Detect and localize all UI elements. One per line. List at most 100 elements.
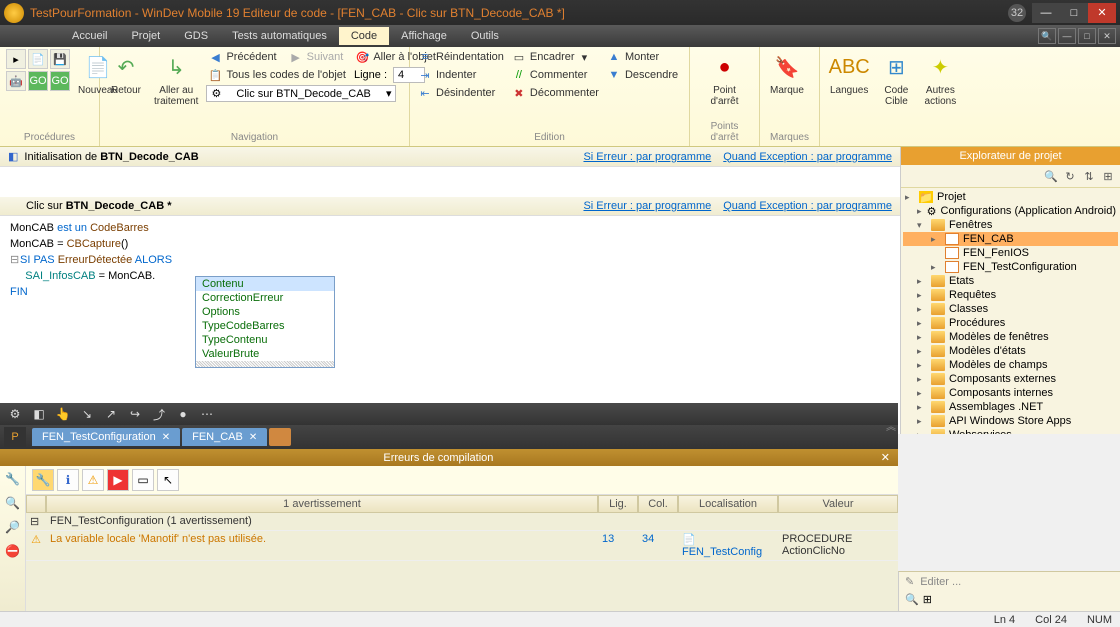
tree-projet[interactable]: ▸📁Projet — [903, 190, 1118, 204]
code-cible-button[interactable]: ⊞Code Cible — [876, 49, 916, 109]
tree-item[interactable]: ▸API Windows Store Apps — [903, 414, 1118, 428]
menu-outils[interactable]: Outils — [459, 27, 511, 45]
aller-traitement-button[interactable]: ↳ Aller au traitement — [150, 49, 202, 109]
tree-config[interactable]: ▸⚙Configurations (Application Android) — [903, 204, 1118, 218]
tree-item[interactable]: ▸Composants externes — [903, 372, 1118, 386]
ac-item[interactable]: TypeCodeBarres — [196, 319, 334, 333]
minimize-button[interactable]: — — [1032, 3, 1060, 23]
ac-item[interactable]: Contenu — [196, 277, 334, 291]
error-loc[interactable]: 📄 FEN_TestConfig — [678, 531, 778, 561]
col-lig[interactable]: Lig. — [598, 495, 638, 513]
reindent-button[interactable]: ≡Réindentation — [416, 49, 506, 65]
tree-item[interactable]: ▸Modèles d'états — [903, 344, 1118, 358]
ac-item[interactable]: TypeContenu — [196, 333, 334, 347]
qa-go-icon[interactable]: GO — [28, 71, 48, 91]
encadrer-button[interactable]: ▭Encadrer ▾ — [510, 49, 601, 65]
qa-icon-3[interactable]: 💾 — [50, 49, 70, 69]
rb-search-icon[interactable]: 🔍 — [905, 593, 919, 606]
file-tab[interactable]: FEN_CAB✕ — [182, 428, 267, 446]
col-col[interactable]: Col. — [638, 495, 678, 513]
err-cursor-icon[interactable]: ↖ — [157, 469, 179, 491]
menu-code[interactable]: Code — [339, 27, 389, 45]
project-tab-icon[interactable]: P — [4, 427, 26, 447]
quand-exception-link[interactable]: Quand Exception : par programme — [723, 151, 892, 163]
menu-projet[interactable]: Projet — [119, 27, 172, 45]
file-tab[interactable]: FEN_TestConfiguration✕ — [32, 428, 180, 446]
tree-item[interactable]: ▸Modèles de champs — [903, 358, 1118, 372]
dbg-icon[interactable]: ⤴ — [150, 405, 168, 423]
tree-fenetres[interactable]: ▾Fenêtres — [903, 218, 1118, 232]
decommenter-button[interactable]: ✖Décommenter — [510, 85, 601, 101]
dbg-icon[interactable]: ⚙ — [6, 405, 24, 423]
precedent-button[interactable]: ◀Précédent — [206, 49, 278, 65]
child-close-button[interactable]: ✕ — [1098, 28, 1116, 44]
tree-item[interactable]: ▸Classes — [903, 302, 1118, 316]
menu-gds[interactable]: GDS — [172, 27, 220, 45]
maximize-button[interactable]: □ — [1060, 3, 1088, 23]
tree-item[interactable]: ▸Requêtes — [903, 288, 1118, 302]
rb-grid-icon[interactable]: ⊞ — [923, 593, 932, 606]
commenter-button[interactable]: //Commenter — [510, 67, 601, 83]
gutter-icon[interactable]: 🔍 — [4, 494, 22, 512]
qa-icon-2[interactable]: 📄 — [28, 49, 48, 69]
tree-item[interactable]: ▸Modèles de fenêtres — [903, 330, 1118, 344]
dbg-icon[interactable]: ↗ — [102, 405, 120, 423]
tree-item[interactable]: ▸Composants internes — [903, 386, 1118, 400]
si-erreur-link[interactable]: Si Erreur : par programme — [583, 151, 711, 163]
search-icon[interactable]: 🔍 — [1038, 28, 1056, 44]
tree-item[interactable]: ▸Assemblages .NET — [903, 400, 1118, 414]
tree-item[interactable]: ▸Etats — [903, 274, 1118, 288]
close-tab-icon[interactable]: ✕ — [162, 432, 170, 443]
ac-item[interactable]: ValeurBrute — [196, 347, 334, 361]
qa-icon-4[interactable]: 🤖 — [6, 71, 26, 91]
code-body[interactable]: MonCAB est un CodeBarres MonCAB = CBCapt… — [0, 216, 900, 434]
si-erreur-link-2[interactable]: Si Erreur : par programme — [583, 200, 711, 212]
tree-item[interactable]: ▸Webservices — [903, 428, 1118, 434]
err-filter-icon[interactable]: ▭ — [132, 469, 154, 491]
ac-item[interactable]: CorrectionErreur — [196, 291, 334, 305]
err-warn-icon[interactable]: ⚠ — [82, 469, 104, 491]
marque-button[interactable]: 🔖Marque — [766, 49, 808, 98]
gutter-icon[interactable]: 🔎 — [4, 518, 22, 536]
search-icon[interactable]: 🔍 — [1043, 168, 1059, 184]
procedure-combo[interactable]: ⚙Clic sur BTN_Decode_CAB▾ — [206, 85, 396, 102]
err-info-icon[interactable]: ℹ — [57, 469, 79, 491]
err-error-icon[interactable]: ▶ — [107, 469, 129, 491]
suivant-button[interactable]: ▶Suivant — [287, 49, 346, 65]
err-tool-icon[interactable]: 🔧 — [32, 469, 54, 491]
close-button[interactable]: ✕ — [1088, 3, 1116, 23]
editer-bar[interactable]: ✎Editer ... — [899, 572, 1120, 591]
child-minimize-button[interactable]: — — [1058, 28, 1076, 44]
desindenter-button[interactable]: ⇤Désindenter — [416, 85, 506, 101]
dbg-icon[interactable]: ◧ — [30, 405, 48, 423]
tous-codes-button[interactable]: 📋Tous les codes de l'objet — [206, 67, 348, 83]
expand-icon[interactable]: ⊟ — [26, 513, 46, 531]
tree-fen-ios[interactable]: FEN_FenIOS — [903, 246, 1118, 260]
ac-item[interactable]: Options — [196, 305, 334, 319]
autres-actions-button[interactable]: ✦Autres actions — [920, 49, 960, 109]
retour-button[interactable]: ↶ Retour — [106, 49, 146, 98]
col-loc[interactable]: Localisation — [678, 495, 778, 513]
error-group[interactable]: FEN_TestConfiguration (1 avertissement) — [46, 513, 898, 531]
quand-exception-link-2[interactable]: Quand Exception : par programme — [723, 200, 892, 212]
tree-item[interactable]: ▸Procédures — [903, 316, 1118, 330]
menu-tests[interactable]: Tests automatiques — [220, 27, 339, 45]
dbg-icon[interactable]: ● — [174, 405, 192, 423]
ac-resize-handle[interactable] — [196, 361, 334, 367]
monter-button[interactable]: ▲Monter — [605, 49, 680, 65]
indenter-button[interactable]: ⇥Indenter — [416, 67, 506, 83]
dbg-icon[interactable]: ⋯ — [198, 405, 216, 423]
expand-icon[interactable]: ⊞ — [1100, 168, 1116, 184]
sort-icon[interactable]: ⇅ — [1081, 168, 1097, 184]
child-maximize-button[interactable]: □ — [1078, 28, 1096, 44]
gutter-icon[interactable]: 🔧 — [4, 470, 22, 488]
gutter-stop-icon[interactable]: ⛔ — [4, 542, 22, 560]
menu-affichage[interactable]: Affichage — [389, 27, 459, 45]
point-arret-button[interactable]: ●Point d'arrêt — [696, 49, 753, 109]
tree-fen-cab[interactable]: ▸FEN_CAB — [903, 232, 1118, 246]
col-warn[interactable]: 1 avertissement — [46, 495, 598, 513]
dbg-icon[interactable]: ↘ — [78, 405, 96, 423]
layout-icon[interactable] — [269, 428, 291, 446]
collapse-panel-icon[interactable]: ︽ — [886, 418, 896, 433]
sync-icon[interactable]: ↻ — [1062, 168, 1078, 184]
